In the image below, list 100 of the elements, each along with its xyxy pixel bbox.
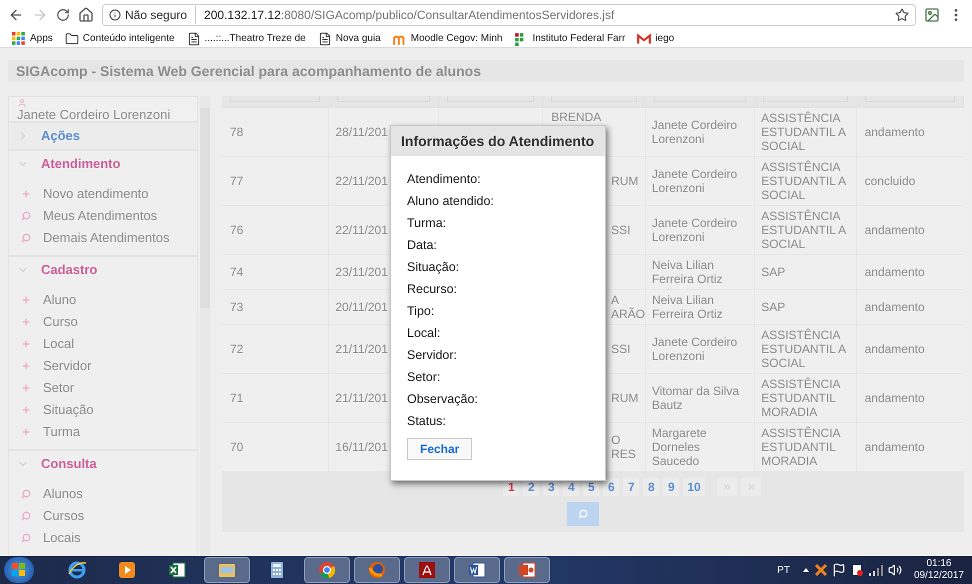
menu-item[interactable]: Cursos <box>9 505 198 527</box>
section-header[interactable]: Consulta <box>9 451 198 477</box>
table-cell: andamento <box>864 300 925 314</box>
field-label: Observação: <box>407 390 479 408</box>
show-hidden-icon[interactable] <box>802 566 810 574</box>
plus-icon <box>21 361 31 371</box>
menu-item[interactable]: Locais <box>9 527 198 549</box>
table-cell-text: Neiva Lilian Ferreira Ortiz <box>652 258 724 286</box>
page-link[interactable]: 7 <box>623 478 640 496</box>
back-icon[interactable] <box>8 7 24 23</box>
field-label: Recurso: <box>407 280 458 298</box>
volume-icon[interactable] <box>888 563 902 577</box>
menu-item[interactable]: Servidor <box>9 355 198 377</box>
field-label: Local: <box>407 324 442 342</box>
taskbar-app[interactable] <box>454 557 500 583</box>
search-icon <box>21 233 31 243</box>
field-label: Tipo: <box>407 302 436 320</box>
menu-item[interactable]: Curso <box>9 311 198 333</box>
plus-icon <box>21 383 31 393</box>
menu-item[interactable]: Situação <box>9 399 198 421</box>
signal-icon[interactable] <box>868 564 884 576</box>
address-bar[interactable]: Não seguro 200.132.17.12:8080/SIGAcomp/publico/ConsultarAtendimentosServidores.jsf <box>102 4 916 26</box>
page-link[interactable]: 10 <box>683 478 705 496</box>
menu-item[interactable]: Aluno <box>9 289 198 311</box>
table-cell: 78 <box>230 125 244 139</box>
bookmark-item[interactable]: Moodle Cegov: Minh <box>392 31 502 46</box>
section-header[interactable]: Atendimento <box>9 151 198 177</box>
menu-item[interactable]: Setor <box>9 377 198 399</box>
firefox-logo-icon <box>367 560 387 580</box>
folder-icon <box>64 32 79 46</box>
table-cell-text: ASSISTÊNCIA ESTUDANTIL A SOCIAL <box>761 209 847 251</box>
dialog-title: Informações do Atendimento <box>391 126 605 156</box>
field-label: Status: <box>407 412 447 430</box>
menu-item[interactable]: Local <box>9 333 198 355</box>
page-link[interactable]: 9 <box>663 478 680 496</box>
word-processor-icon <box>467 560 487 580</box>
table-cell: 21/11/201 <box>335 342 388 356</box>
home-icon[interactable] <box>78 7 94 23</box>
table-cell: SAP <box>761 265 786 279</box>
sidebar-scrollbar[interactable] <box>200 96 210 556</box>
table-cell: andamento <box>864 342 925 356</box>
close-button[interactable]: Fechar <box>407 438 472 460</box>
flag-icon[interactable] <box>832 563 846 577</box>
table-cell-text: Margarete Dorneles Saucedo <box>652 426 708 468</box>
info-icon <box>109 9 121 21</box>
apps-grid-icon <box>12 32 26 46</box>
table-cell-text: Vitomar da Silva Bautz <box>652 384 740 412</box>
table-cell: A ARÃO <box>610 293 645 321</box>
page-icon <box>318 32 332 46</box>
chrome-logo-icon <box>317 560 337 580</box>
table-cell: 22/11/201 <box>335 174 388 188</box>
table-cell-text: ASSISTÊNCIA ESTUDANTIL A SOCIAL <box>761 160 847 202</box>
table-cell-text: Neiva Lilian Ferreira Ortiz <box>652 293 724 321</box>
search-icon <box>21 533 31 543</box>
table-cell: andamento <box>864 223 925 237</box>
menu-item[interactable]: Alunos <box>9 483 198 505</box>
table-cell-text: RUM <box>611 174 640 188</box>
reload-icon[interactable] <box>56 8 70 22</box>
menu-item[interactable]: Demais Atendimentos <box>9 227 198 249</box>
search-icon <box>21 511 31 521</box>
table-cell: 70 <box>230 440 244 454</box>
bookmark-item[interactable]: ....::...Theatro Treze de <box>186 31 306 46</box>
bookmark-item[interactable]: iego <box>637 31 674 46</box>
table-cell: SAP <box>761 300 786 314</box>
media-player-icon <box>117 560 137 580</box>
page-link[interactable]: 8 <box>643 478 660 496</box>
bookmark-item[interactable]: Apps <box>12 31 53 46</box>
bookmark-item[interactable]: Conteúdo inteligente <box>64 31 175 46</box>
browser-e-icon <box>67 560 87 580</box>
menu-item[interactable]: Turma <box>9 421 198 443</box>
page-link[interactable]: 6 <box>603 478 620 496</box>
table-cell: 77 <box>230 174 244 188</box>
plus-icon <box>21 427 31 437</box>
bookmark-item[interactable]: Nova guia <box>318 31 381 46</box>
table-cell-text: ASSISTÊNCIA ESTUDANTIL MORADIA <box>761 426 842 468</box>
url-text: 200.132.17.12:8080/SIGAcomp/publico/ConsultarAtendimentosServidores.jsf <box>203 7 614 24</box>
search-icon <box>21 489 31 499</box>
language-indicator[interactable]: PT <box>777 562 790 578</box>
search-icon <box>21 211 31 221</box>
last-icon <box>746 482 756 492</box>
start-button[interactable] <box>4 557 34 583</box>
table-cell: 73 <box>230 300 244 314</box>
table-cell: 16/11/201 <box>335 440 388 454</box>
section-header[interactable]: Cadastro <box>9 257 198 283</box>
table-cell: concluido <box>864 174 916 188</box>
extension-icon[interactable] <box>924 7 940 23</box>
bookmark-star-icon[interactable] <box>895 8 909 22</box>
table-cell: 23/11/201 <box>335 265 388 279</box>
menu-item[interactable]: Novo atendimento <box>9 183 198 205</box>
table-cell-text: Janete Cordeiro Lorenzoni <box>652 216 738 244</box>
table-cell-text: Janete Cordeiro Lorenzoni <box>652 118 738 146</box>
table-cell-text: SSI <box>611 342 632 356</box>
clock-time: 01:16 <box>926 558 952 570</box>
menu-item[interactable]: Meus Atendimentos <box>9 205 198 227</box>
bookmark-item[interactable]: Instituto Federal Farr <box>514 31 626 46</box>
field-label: Setor: <box>407 368 442 386</box>
table-cell: 72 <box>230 342 244 356</box>
next-icon <box>722 482 732 492</box>
table-cell: andamento <box>864 125 925 139</box>
table-cell-text: Janete Cordeiro Lorenzoni <box>652 167 738 195</box>
